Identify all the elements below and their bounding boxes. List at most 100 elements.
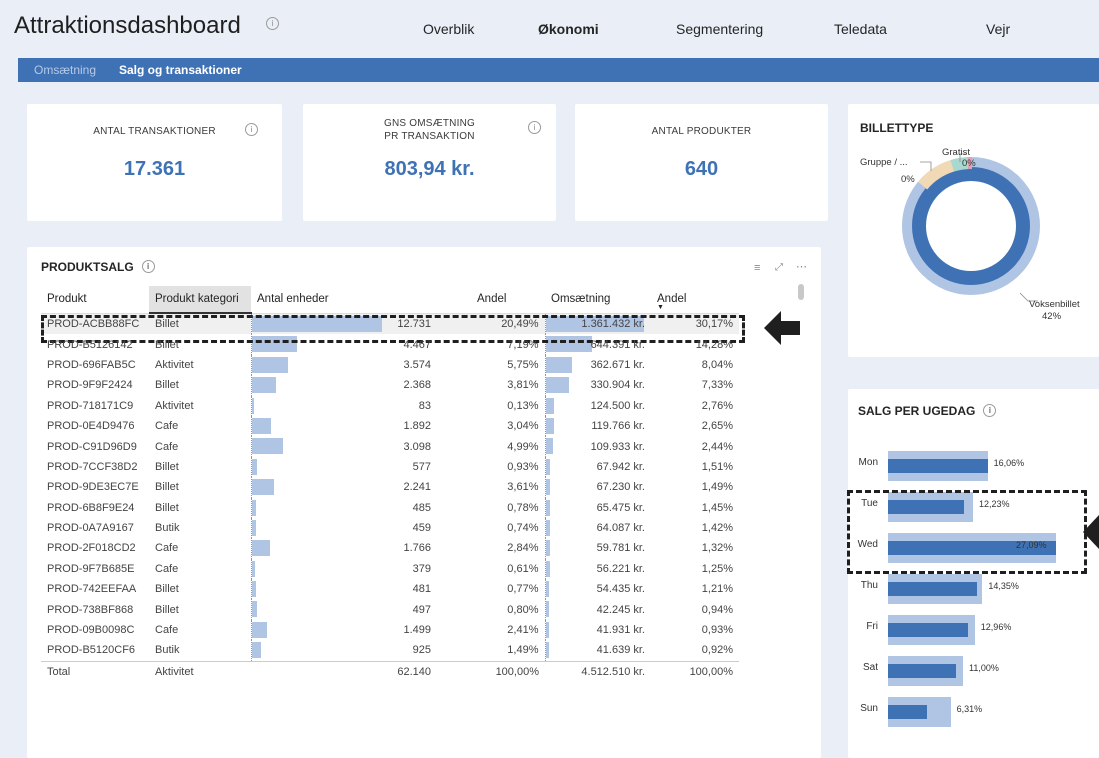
cell-omsaetning: 330.904 kr. bbox=[544, 375, 651, 396]
col-header-andel[interactable]: Andel bbox=[437, 286, 545, 314]
subtab-omsaetning[interactable]: Omsætning bbox=[34, 63, 96, 77]
cell-antal-enheder-value: 925 bbox=[412, 644, 431, 657]
cell-andel-omsaetning: 0,92% bbox=[651, 640, 739, 661]
cell-andel-omsaetning-value: 0,92% bbox=[701, 644, 733, 657]
tab-overblik[interactable]: Overblik bbox=[423, 21, 474, 37]
table-row[interactable]: PROD-6B8F9E24 Billet 485 0,78% 65.475 kr. 1,4… bbox=[41, 497, 739, 518]
focus-mode-icon[interactable]: ⤢ bbox=[775, 262, 783, 273]
cell-andel-omsaetning: 2,44% bbox=[651, 436, 739, 456]
col-header-enheder[interactable]: Antal enheder bbox=[251, 286, 437, 314]
cell-produkt-value: PROD-9F7B685E bbox=[47, 562, 135, 575]
cell-kategori: Billet bbox=[149, 599, 251, 619]
cell-omsaetning: 124.500 kr. bbox=[544, 395, 651, 416]
cell-andel-value: 7,19% bbox=[507, 338, 539, 351]
info-icon[interactable]: i bbox=[141, 260, 155, 273]
weekday-value-label: 11,00% bbox=[969, 663, 999, 673]
weekday-bar[interactable] bbox=[888, 623, 969, 637]
cell-antal-enheder-value: 1.499 bbox=[403, 624, 431, 637]
filter-icon[interactable]: ≡ bbox=[754, 262, 760, 274]
weekday-row-mon[interactable]: Mon 16,06% bbox=[850, 451, 1090, 481]
cell-omsaetning: 41.931 kr. bbox=[544, 619, 651, 641]
cell-omsaetning-value: 362.671 kr. bbox=[590, 358, 645, 371]
table-row[interactable]: PROD-9DE3EC7E Billet 2.241 3,61% 67.230 kr. 1… bbox=[41, 477, 739, 498]
cell-andel-value: 2,41% bbox=[507, 624, 539, 637]
weekday-label: Mon bbox=[858, 457, 878, 468]
cell-antal-enheder-value: 497 bbox=[412, 603, 431, 616]
table-row[interactable]: PROD-B5120CF6 Butik 925 1,49% 41.639 kr. 0,92… bbox=[41, 640, 739, 662]
cell-omsaetning: 362.671 kr. bbox=[544, 354, 651, 376]
table-row[interactable]: PROD-738BF868 Billet 497 0,80% 42.245 kr. 0,9… bbox=[41, 599, 739, 620]
cell-andel: 0,80% bbox=[437, 599, 545, 619]
cell-kategori: Cafe bbox=[149, 436, 251, 456]
cell-produkt-value: PROD-0A7A9167 bbox=[47, 522, 134, 535]
data-bar bbox=[252, 642, 261, 659]
col-header-andel-omsaetning[interactable]: Andel ▼ bbox=[651, 286, 739, 314]
table-row[interactable]: PROD-0A7A9167 Butik 459 0,74% 64.087 kr. 1,42… bbox=[41, 517, 739, 539]
table-row[interactable]: PROD-9F9F2424 Billet 2.368 3,81% 330.904 kr.… bbox=[41, 375, 739, 396]
cell-antal-enheder: 2.241 bbox=[250, 477, 437, 498]
table-row[interactable]: PROD-9F7B685E Cafe 379 0,61% 56.221 kr. 1,25% bbox=[41, 558, 739, 580]
weekday-value-label: 6,31% bbox=[956, 704, 983, 714]
info-icon[interactable]: i bbox=[245, 123, 258, 136]
cell-andel-omsaetning-value: 7,33% bbox=[701, 379, 733, 392]
info-icon[interactable]: i bbox=[983, 404, 997, 417]
col-header-omsaetning[interactable]: Omsætning bbox=[545, 286, 651, 314]
cell-antal-enheder-value: 83 bbox=[418, 399, 431, 412]
weekday-row-fri[interactable]: Fri 12,96% bbox=[850, 615, 1090, 645]
table-row[interactable]: PROD-09B0098C Cafe 1.499 2,41% 41.931 kr. 0,9… bbox=[41, 619, 739, 641]
info-icon[interactable]: i bbox=[528, 121, 541, 134]
col-header-produkt[interactable]: Produkt bbox=[41, 286, 149, 314]
scrollbar[interactable] bbox=[798, 284, 804, 300]
cell-omsaetning-value: 644.391 kr. bbox=[590, 338, 645, 351]
table-row[interactable]: PROD-7CCF38D2 Billet 577 0,93% 67.942 kr. 1,5… bbox=[41, 456, 739, 478]
data-bar bbox=[252, 560, 256, 577]
data-bar bbox=[546, 601, 549, 618]
tab-segmentering[interactable]: Segmentering bbox=[676, 21, 763, 37]
table-row[interactable]: PROD-696FAB5C Aktivitet 3.574 5,75% 362.671 … bbox=[41, 354, 739, 376]
cell-antal-enheder-value: 3.098 bbox=[403, 440, 431, 453]
weekday-row-sun[interactable]: Sun 6,31% bbox=[850, 697, 1090, 727]
table-row[interactable]: PROD-2F018CD2 Cafe 1.766 2,84% 59.781 kr. 1,3… bbox=[41, 538, 739, 559]
kpi-card-produkter: ANTAL PRODUKTER 640 bbox=[575, 104, 828, 221]
weekday-value-label: 12,96% bbox=[980, 622, 1012, 632]
tab-teledata[interactable]: Teledata bbox=[834, 21, 887, 37]
weekday-row-thu[interactable]: Thu 14,35% bbox=[850, 574, 1090, 604]
label-voksenbillet: Voksenbillet bbox=[1029, 299, 1080, 310]
cell-antal-enheder: 1.766 bbox=[250, 538, 437, 559]
arrow-left-icon-partial bbox=[1083, 515, 1099, 549]
tab-okonomi[interactable]: Økonomi bbox=[538, 21, 599, 37]
label-gratist-pct: 0% bbox=[962, 158, 976, 169]
cell-andel-value: 4,99% bbox=[507, 440, 539, 453]
cell-andel-value: 0,78% bbox=[507, 501, 539, 514]
subtab-salg-og-transaktioner[interactable]: Salg og transaktioner bbox=[119, 63, 242, 77]
cell-antal-enheder-value: 459 bbox=[412, 522, 431, 535]
table-row[interactable]: PROD-742EEFAA Billet 481 0,77% 54.435 kr. 1,2… bbox=[41, 579, 739, 600]
cell-andel: 0,13% bbox=[437, 396, 545, 416]
tab-vejr[interactable]: Vejr bbox=[986, 21, 1010, 37]
col-header-kategori[interactable]: Produkt kategori bbox=[149, 286, 251, 314]
more-options-icon[interactable]: ⋯ bbox=[796, 260, 807, 273]
cell-antal-enheder-value: 3.574 bbox=[403, 358, 431, 371]
cell-produkt: PROD-7CCF38D2 bbox=[41, 457, 149, 477]
cell-produkt: PROD-0A7A9167 bbox=[41, 518, 149, 538]
cell-omsaetning: 67.230 kr. bbox=[544, 477, 651, 498]
cell-andel: 2,84% bbox=[437, 538, 545, 558]
cell-antal-enheder-value: 485 bbox=[412, 501, 431, 514]
table-row[interactable]: PROD-C91D96D9 Cafe 3.098 4,99% 109.933 kr. 2,… bbox=[41, 436, 739, 457]
table-row[interactable]: PROD-0E4D9476 Cafe 1.892 3,04% 119.766 kr. 2,… bbox=[41, 415, 739, 437]
cell-produkt-value: PROD-742EEFAA bbox=[47, 583, 137, 596]
weekday-bar[interactable] bbox=[888, 459, 988, 473]
billettype-donut[interactable] bbox=[848, 104, 1099, 357]
weekday-bar[interactable] bbox=[888, 664, 957, 678]
cell-antal-enheder: 459 bbox=[250, 517, 437, 539]
weekday-row-sat[interactable]: Sat 11,00% bbox=[850, 656, 1090, 686]
weekday-bar[interactable] bbox=[888, 705, 928, 719]
cell-produkt-value: PROD-738BF868 bbox=[47, 603, 134, 616]
cell-andel-omsaetning: 1,51% bbox=[651, 457, 739, 477]
table-row[interactable]: PROD-718171C9 Aktivitet 83 0,13% 124.500 kr.… bbox=[41, 395, 739, 416]
weekday-bar[interactable] bbox=[888, 582, 977, 596]
cell-andel: 1,49% bbox=[437, 640, 545, 661]
info-icon[interactable]: i bbox=[266, 17, 279, 30]
cell-omsaetning: 56.221 kr. bbox=[544, 558, 651, 580]
cell-andel-value: 1,49% bbox=[507, 644, 539, 657]
